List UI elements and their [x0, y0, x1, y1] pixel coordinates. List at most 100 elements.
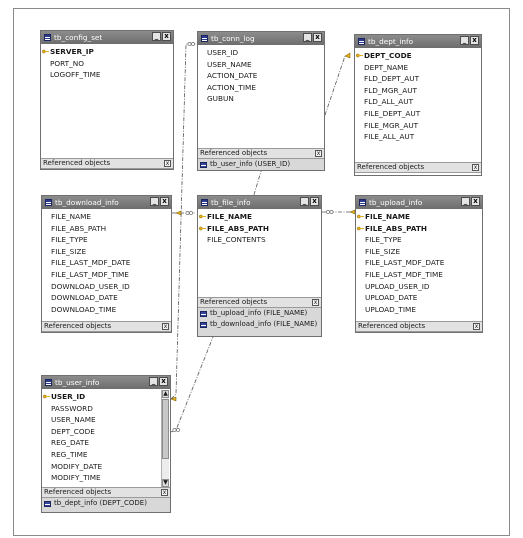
field-row[interactable]: USER_NAME — [207, 59, 324, 71]
minimize-icon[interactable]: _ — [149, 377, 158, 386]
referenced-object[interactable]: tb_upload_info (FILE_NAME) — [198, 308, 321, 319]
field-row[interactable]: FILE_NAME — [51, 211, 171, 223]
field-row[interactable]: DOWNLOAD_DATE — [51, 292, 171, 304]
field-row[interactable]: FILE_MGR_AUT — [364, 120, 481, 132]
field-row[interactable]: USER_ID — [43, 391, 170, 403]
close-icon[interactable]: x — [310, 197, 319, 206]
minimize-icon[interactable]: _ — [303, 33, 312, 42]
table-title-bar[interactable]: tb_conn_log _ x — [198, 32, 324, 45]
primary-key-icon — [43, 394, 50, 399]
minimize-icon[interactable]: _ — [150, 197, 159, 206]
close-icon[interactable]: x — [162, 32, 171, 41]
referenced-object[interactable]: tb_download_info (FILE_NAME) — [198, 319, 321, 330]
field-list: SERVER_IP PORT_NO LOGOFF_TIME — [41, 44, 173, 81]
field-row[interactable]: FILE_LAST_MDF_DATE — [365, 257, 482, 269]
table-title: tb_dept_info — [368, 37, 414, 46]
referenced-objects-list: tb_dept_info (DEPT_CODE) — [42, 498, 170, 512]
referenced-close-icon[interactable]: x — [162, 323, 169, 330]
field-row[interactable]: PASSWORD — [51, 403, 170, 415]
minimize-icon[interactable]: _ — [152, 32, 161, 41]
table-tb-download-info[interactable]: tb_download_info _ x FILE_NAME FILE_ABS_… — [41, 195, 172, 333]
field-row[interactable]: FILE_NAME — [199, 211, 321, 223]
field-row[interactable]: FLD_DEPT_AUT — [364, 73, 481, 85]
field-row[interactable]: FILE_ALL_AUT — [364, 131, 481, 143]
field-row[interactable]: GUBUN — [207, 93, 324, 105]
referenced-object[interactable]: tb_user_info (USER_ID) — [198, 159, 324, 170]
table-tb-config-set[interactable]: tb_config_set _ x SERVER_IP PORT_NO LOGO… — [40, 30, 174, 170]
minimize-icon[interactable]: _ — [300, 197, 309, 206]
field-row[interactable]: PORT_NO — [50, 58, 173, 70]
field-row[interactable]: FILE_LAST_MDF_TIME — [365, 269, 482, 281]
table-title-bar[interactable]: tb_file_info _ x — [198, 196, 321, 209]
referenced-table-icon — [200, 310, 207, 317]
table-tb-conn-log[interactable]: tb_conn_log _ x USER_ID USER_NAME ACTION… — [197, 31, 325, 171]
close-icon[interactable]: x — [313, 33, 322, 42]
field-row[interactable]: MODIFY_DATE — [51, 461, 170, 473]
table-title-bar[interactable]: tb_user_info _ x — [42, 376, 170, 389]
field-row[interactable]: ACTION_DATE — [207, 70, 324, 82]
field-list: FILE_NAME FILE_ABS_PATH FILE_TYPE FILE_S… — [42, 209, 171, 315]
field-row[interactable]: FLD_ALL_AUT — [364, 96, 481, 108]
field-row[interactable]: FILE_TYPE — [51, 234, 171, 246]
table-tb-upload-info[interactable]: tb_upload_info _ x FILE_NAME FILE_ABS_PA… — [355, 195, 483, 333]
field-row[interactable]: FILE_SIZE — [365, 246, 482, 258]
table-title-bar[interactable]: tb_config_set _ x — [41, 31, 173, 44]
table-tb-dept-info[interactable]: tb_dept_info _ x DEPT_CODE DEPT_NAME FLD… — [354, 34, 482, 176]
close-icon[interactable]: x — [159, 377, 168, 386]
referenced-close-icon[interactable]: x — [473, 323, 480, 330]
referenced-close-icon[interactable]: x — [312, 299, 319, 306]
field-row[interactable]: USER_ID — [207, 47, 324, 59]
referenced-objects-bar: Referenced objects x — [198, 297, 321, 308]
field-row[interactable]: DEPT_CODE — [356, 50, 481, 62]
field-row[interactable]: USER_NAME — [51, 414, 170, 426]
scroll-down-icon[interactable]: ▼ — [162, 479, 169, 487]
scroll-up-icon[interactable]: ▲ — [162, 390, 169, 398]
referenced-close-icon[interactable]: x — [315, 150, 322, 157]
field-row[interactable]: FILE_CONTENTS — [207, 234, 321, 246]
field-row[interactable]: ACTION_TIME — [207, 82, 324, 94]
minimize-icon[interactable]: _ — [461, 197, 470, 206]
field-row[interactable]: UPLOAD_DATE — [365, 292, 482, 304]
minimize-icon[interactable]: _ — [460, 36, 469, 45]
field-list: FILE_NAME FILE_ABS_PATH FILE_TYPE FILE_S… — [356, 209, 482, 315]
referenced-close-icon[interactable]: x — [472, 164, 479, 171]
field-scrollbar[interactable]: ▲ ▼ — [161, 390, 169, 487]
field-row[interactable]: DOWNLOAD_TIME — [51, 304, 171, 316]
field-row[interactable]: DEPT_CODE — [51, 426, 170, 438]
field-row[interactable]: DEPT_NAME — [364, 62, 481, 74]
table-title-bar[interactable]: tb_upload_info _ x — [356, 196, 482, 209]
field-row[interactable]: FILE_ABS_PATH — [199, 223, 321, 235]
table-title: tb_conn_log — [211, 34, 255, 43]
field-row[interactable]: REG_DATE — [51, 437, 170, 449]
field-row[interactable]: FLD_MGR_AUT — [364, 85, 481, 97]
referenced-object[interactable]: tb_dept_info (DEPT_CODE) — [42, 498, 170, 509]
close-icon[interactable]: x — [160, 197, 169, 206]
field-row[interactable]: FILE_ABS_PATH — [51, 223, 171, 235]
close-icon[interactable]: x — [470, 36, 479, 45]
table-title-bar[interactable]: tb_dept_info _ x — [355, 35, 481, 48]
field-row[interactable]: FILE_ABS_PATH — [357, 223, 482, 235]
field-row[interactable]: UPLOAD_USER_ID — [365, 281, 482, 293]
table-tb-user-info[interactable]: tb_user_info _ x USER_ID PASSWORD USER_N… — [41, 375, 171, 513]
field-row[interactable]: LOGOFF_TIME — [50, 69, 173, 81]
field-row[interactable]: SERVER_IP — [42, 46, 173, 58]
referenced-objects-bar: Referenced objects x — [198, 148, 324, 159]
scroll-thumb[interactable] — [162, 399, 169, 459]
referenced-close-icon[interactable]: x — [161, 489, 168, 496]
field-row[interactable]: FILE_SIZE — [51, 246, 171, 258]
field-row[interactable]: FILE_LAST_MDF_TIME — [51, 269, 171, 281]
table-title-bar[interactable]: tb_download_info _ x — [42, 196, 171, 209]
field-row[interactable]: DOWNLOAD_USER_ID — [51, 281, 171, 293]
table-tb-file-info[interactable]: tb_file_info _ x FILE_NAME FILE_ABS_PATH… — [197, 195, 322, 337]
field-row[interactable]: FILE_DEPT_AUT — [364, 108, 481, 120]
field-row[interactable]: FILE_LAST_MDF_DATE — [51, 257, 171, 269]
referenced-close-icon[interactable]: x — [164, 160, 171, 167]
field-row[interactable]: FILE_NAME — [357, 211, 482, 223]
field-row[interactable]: MODIFY_TIME — [51, 472, 170, 484]
field-row[interactable]: UPLOAD_TIME — [365, 304, 482, 316]
referenced-table-icon — [200, 321, 207, 328]
table-icon — [201, 199, 208, 206]
field-row[interactable]: REG_TIME — [51, 449, 170, 461]
close-icon[interactable]: x — [471, 197, 480, 206]
field-row[interactable]: FILE_TYPE — [365, 234, 482, 246]
